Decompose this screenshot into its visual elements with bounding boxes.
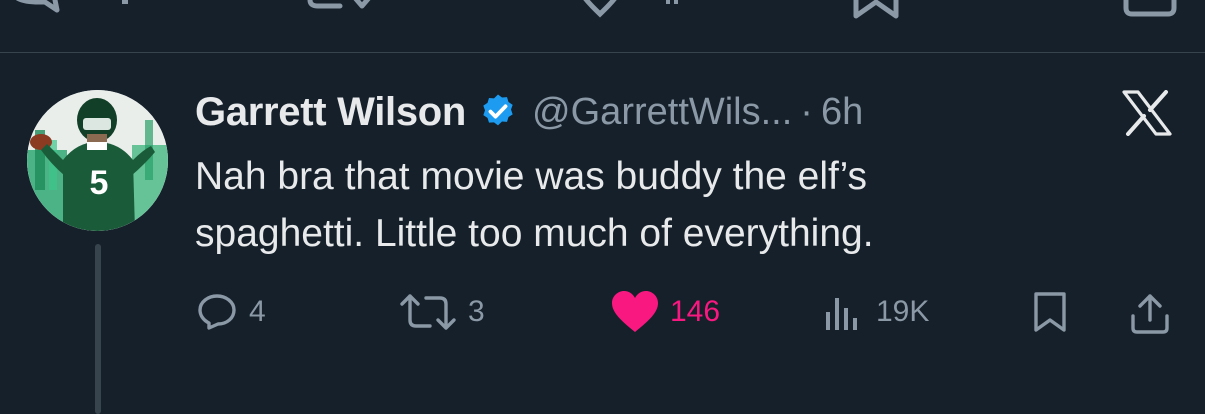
verified-badge-icon[interactable] bbox=[478, 92, 518, 132]
reply-button[interactable]: 4 bbox=[195, 290, 266, 334]
share-icon bbox=[1131, 294, 1169, 334]
tweet-header: Garrett Wilson @GarrettWils... · 6h bbox=[195, 86, 863, 138]
separator: · bbox=[800, 90, 813, 133]
count-fragment bbox=[122, 0, 128, 4]
reply-icon bbox=[198, 294, 236, 330]
share-button[interactable] bbox=[1127, 290, 1173, 336]
reply-count: 4 bbox=[249, 295, 266, 328]
like-count: 146 bbox=[670, 295, 721, 328]
avatar[interactable]: 5 bbox=[27, 90, 168, 231]
heart-icon[interactable] bbox=[575, 0, 625, 18]
author-name[interactable]: Garrett Wilson bbox=[195, 90, 466, 135]
avatar-image: 5 bbox=[27, 90, 168, 231]
share-icon[interactable] bbox=[1122, 0, 1178, 20]
bookmark-icon[interactable] bbox=[852, 0, 902, 22]
x-logo-icon bbox=[1122, 90, 1172, 136]
views-button[interactable]: 19K bbox=[822, 290, 929, 334]
retweet-button[interactable]: 3 bbox=[398, 290, 485, 334]
tweet-text: Nah bra that movie was buddy the elf’s s… bbox=[195, 155, 874, 255]
retweet-count: 3 bbox=[468, 295, 485, 328]
timestamp[interactable]: 6h bbox=[821, 91, 863, 134]
tweet-actions: 4 3 146 19K bbox=[0, 290, 1205, 350]
count-fragment bbox=[666, 0, 678, 4]
previous-tweet-actions bbox=[0, 0, 1205, 53]
retweet-icon[interactable] bbox=[300, 0, 380, 18]
views-count: 19K bbox=[876, 295, 930, 328]
heart-icon bbox=[612, 291, 658, 332]
views-icon bbox=[826, 298, 857, 330]
bookmark-icon bbox=[1034, 292, 1066, 332]
reply-icon[interactable] bbox=[5, 0, 85, 16]
bookmark-button[interactable] bbox=[1030, 290, 1070, 334]
like-button[interactable]: 146 bbox=[610, 290, 720, 334]
author-handle[interactable]: @GarrettWils... bbox=[532, 91, 792, 134]
jersey-number: 5 bbox=[90, 164, 109, 202]
retweet-icon bbox=[400, 294, 456, 330]
